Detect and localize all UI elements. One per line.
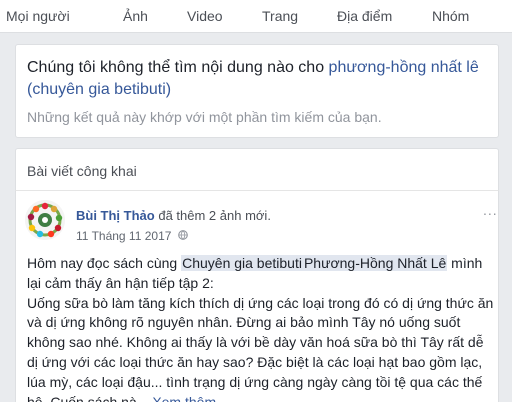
tab-photos[interactable]: Ảnh: [123, 8, 148, 24]
post-body: Uống sữa bò làm tăng kích thích dị ứng c…: [27, 294, 494, 402]
tab-people[interactable]: Mọi người: [6, 8, 70, 24]
section-header: Bài viết công khai: [15, 148, 499, 190]
no-results-prefix: Chúng tôi không thể tìm nội dung nào cho: [27, 59, 329, 76]
post-text: Hôm nay đọc sách cùng Chuyên gia betibut…: [27, 254, 497, 402]
section-title: Bài viết công khai: [27, 163, 137, 179]
globe-icon: [178, 230, 188, 240]
more-options-button[interactable]: ...: [483, 203, 498, 217]
no-results-card: Chúng tôi không thể tìm nội dung nào cho…: [15, 44, 499, 138]
no-results-subtitle: Những kết quả này khớp với một phần tìm …: [27, 109, 382, 125]
intro-text: Hôm nay đọc sách cùng: [27, 255, 182, 271]
tab-pages[interactable]: Trang: [262, 8, 298, 24]
avatar[interactable]: [25, 200, 65, 240]
post-header: Bùi Thị Thảo đã thêm 2 ảnh mới.: [76, 208, 271, 223]
tab-groups[interactable]: Nhóm: [432, 8, 469, 24]
see-more-link[interactable]: Xem thêm: [152, 394, 216, 402]
avatar-image: [25, 200, 65, 240]
author-name[interactable]: Bùi Thị Thảo: [76, 208, 155, 223]
post-date[interactable]: 11 Tháng 11 2017: [76, 229, 171, 243]
mention-betibuti[interactable]: Chuyên gia betibuti: [181, 255, 303, 271]
post-action: đã thêm 2 ảnh mới.: [158, 208, 271, 223]
tab-videos[interactable]: Video: [187, 8, 223, 24]
no-results-title: Chúng tôi không thể tìm nội dung nào cho…: [27, 57, 497, 101]
mention-author[interactable]: Phương-Hồng Nhất Lê: [302, 255, 448, 271]
search-filter-tabs: Mọi người Ảnh Video Trang Địa điểm Nhóm: [0, 0, 512, 33]
post-intro: Hôm nay đọc sách cùng Chuyên gia betibut…: [27, 254, 497, 294]
tab-places[interactable]: Địa điểm: [337, 8, 392, 24]
